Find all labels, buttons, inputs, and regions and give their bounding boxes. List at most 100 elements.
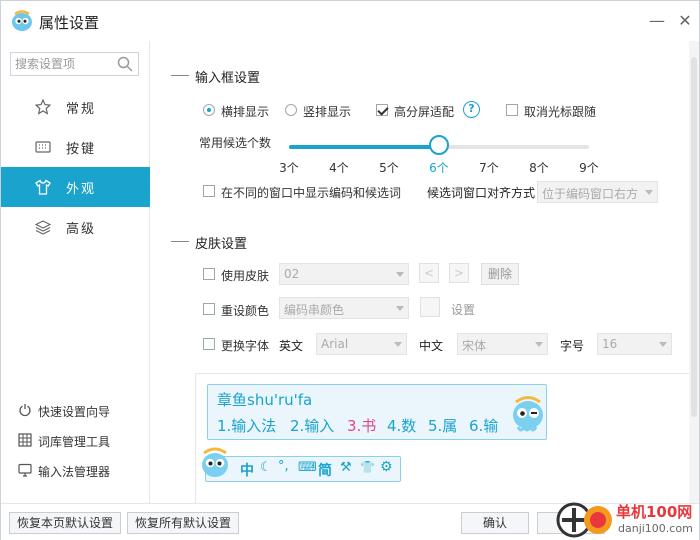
sidebar-item-advanced[interactable]: 高级 (1, 207, 150, 247)
candidate-item: 4.数 (387, 417, 417, 435)
use-skin-checkbox[interactable] (203, 268, 215, 280)
cn-font-label: 中文 (419, 339, 444, 353)
sidebar-item-label: 常规 (66, 102, 97, 117)
multi-window-checkbox[interactable] (203, 185, 215, 197)
power-icon (19, 404, 31, 417)
minimize-button[interactable]: — (645, 9, 669, 33)
section-title: 皮肤设置 (195, 237, 248, 252)
sidebar-item-keys[interactable]: 按键 (1, 127, 150, 167)
slider-tick[interactable]: 3个 (274, 159, 304, 176)
en-font-label: 英文 (279, 339, 304, 353)
section-divider (171, 75, 189, 76)
candidate-item: 5.属 (428, 417, 458, 435)
hidpi-label: 高分屏适配 (394, 105, 455, 119)
candidate-item-highlighted: 3.书 (347, 417, 377, 435)
horizontal-layout-label: 横排显示 (221, 105, 270, 119)
slider-tick[interactable]: 6个 (424, 159, 454, 176)
align-dropdown[interactable]: 位于编码窗口右方 (537, 181, 658, 203)
align-label: 候选词窗口对齐方式 (427, 186, 536, 200)
restore-all-defaults-button[interactable]: 恢复所有默认设置 (127, 512, 239, 534)
tool-label: 输入法管理器 (38, 465, 111, 479)
use-skin-label: 使用皮肤 (221, 269, 270, 283)
section-divider (171, 241, 189, 242)
slider-tick[interactable]: 4个 (324, 159, 354, 176)
font-size-label: 字号 (560, 339, 585, 353)
slider-tick[interactable]: 9个 (574, 159, 604, 176)
sidebar-item-label: 高级 (66, 222, 97, 237)
sidebar-item-label: 按键 (66, 142, 97, 157)
content-scrollbar[interactable] (689, 41, 699, 503)
keyboard-icon (35, 141, 51, 153)
scrollbar-thumb[interactable] (691, 57, 697, 417)
help-icon[interactable]: ? (463, 101, 480, 118)
sidebar-item-appearance[interactable]: 外观 (1, 167, 150, 207)
skin-value: 02 (284, 267, 300, 281)
shirt-icon (35, 179, 51, 195)
simplified-icon: 简 (318, 463, 332, 479)
en-font-dropdown[interactable]: Arial (316, 333, 407, 355)
watermark-logo-icon (556, 502, 612, 538)
candidate-item: 2.输入 (290, 417, 335, 435)
octopus-logo-icon (12, 10, 32, 31)
color-swatch[interactable] (420, 297, 440, 317)
slider-tick[interactable]: 7个 (474, 159, 504, 176)
change-font-label: 更换字体 (221, 339, 270, 353)
tool-label: 词库管理工具 (38, 435, 111, 449)
chinese-mode-icon: 中 (240, 463, 254, 479)
sidebar-item-general[interactable]: 常规 (1, 87, 150, 127)
horizontal-layout-radio[interactable] (203, 104, 215, 116)
sidebar: 常规 按键 外观 高级 快速设置向导 词库管理工具 (1, 41, 150, 503)
close-button[interactable]: ✕ (673, 9, 697, 33)
chevron-down-icon (535, 342, 543, 347)
cn-font-dropdown[interactable]: 宋体 (457, 333, 548, 355)
restore-page-defaults-button[interactable]: 恢复本页默认设置 (9, 512, 121, 534)
vertical-layout-label: 竖排显示 (303, 105, 352, 119)
cn-font-value: 宋体 (462, 339, 487, 353)
search-icon[interactable] (117, 56, 133, 72)
prev-skin-button[interactable]: < (419, 263, 439, 283)
ok-button[interactable]: 确认 (461, 512, 529, 534)
search-input[interactable] (15, 56, 115, 72)
search-box[interactable] (10, 52, 139, 76)
monitor-icon (18, 463, 32, 477)
toolbox-icon: ⚒ (340, 460, 352, 475)
color-setting-button[interactable]: 设置 (451, 301, 475, 318)
slider-tick[interactable]: 8个 (524, 159, 554, 176)
chevron-down-icon (396, 272, 404, 277)
vertical-layout-radio[interactable] (285, 104, 297, 116)
watermark: 单机100网 danji100.com (554, 499, 700, 540)
layers-icon (35, 220, 51, 235)
reset-color-checkbox[interactable] (203, 303, 215, 315)
change-font-checkbox[interactable] (203, 338, 215, 350)
candidate-window-preview: 章鱼shu'ru'fa 1.输入法 2.输入 3.书 4.数 5.属 6.输 (207, 384, 547, 440)
star-icon (35, 99, 51, 115)
chevron-down-icon (396, 306, 404, 311)
font-size-dropdown[interactable]: 16 (597, 333, 672, 355)
skin-dropdown[interactable]: 02 (279, 263, 409, 285)
cancel-cursor-follow-checkbox[interactable] (506, 104, 518, 116)
align-value: 位于编码窗口右方 (542, 187, 639, 201)
settings-window: 属性设置 — ✕ 常规 按键 外观 高级 (0, 0, 700, 540)
watermark-url: danji100.com (618, 522, 693, 535)
chevron-down-icon (659, 342, 667, 347)
section-title: 输入框设置 (195, 71, 261, 86)
color-dropdown[interactable]: 编码串颜色 (279, 297, 409, 319)
cancel-cursor-follow-label: 取消光标跟随 (524, 105, 597, 119)
watermark-text: 单机100网 (616, 503, 693, 521)
sidebar-item-label: 外观 (66, 182, 97, 197)
slider-thumb[interactable] (429, 135, 449, 155)
title-bar: 属性设置 — ✕ (1, 1, 699, 41)
skin-preview: 章鱼shu'ru'fa 1.输入法 2.输入 3.书 4.数 5.属 6.输 中… (195, 373, 689, 503)
slider-fill (289, 145, 439, 149)
candidate-item: 6.输 (469, 417, 499, 435)
candidate-count-label: 常用候选个数 (199, 136, 272, 150)
next-skin-button[interactable]: > (449, 263, 469, 283)
pinyin-composition: 章鱼shu'ru'fa (217, 391, 313, 409)
chevron-down-icon (394, 342, 402, 347)
reset-color-label: 重设颜色 (221, 304, 270, 318)
delete-skin-button[interactable]: 删除 (481, 263, 519, 285)
hidpi-checkbox[interactable] (376, 104, 388, 116)
keyboard-icon: ⌨ (298, 460, 317, 475)
slider-tick[interactable]: 5个 (374, 159, 404, 176)
octopus-mascot-icon (513, 396, 543, 432)
